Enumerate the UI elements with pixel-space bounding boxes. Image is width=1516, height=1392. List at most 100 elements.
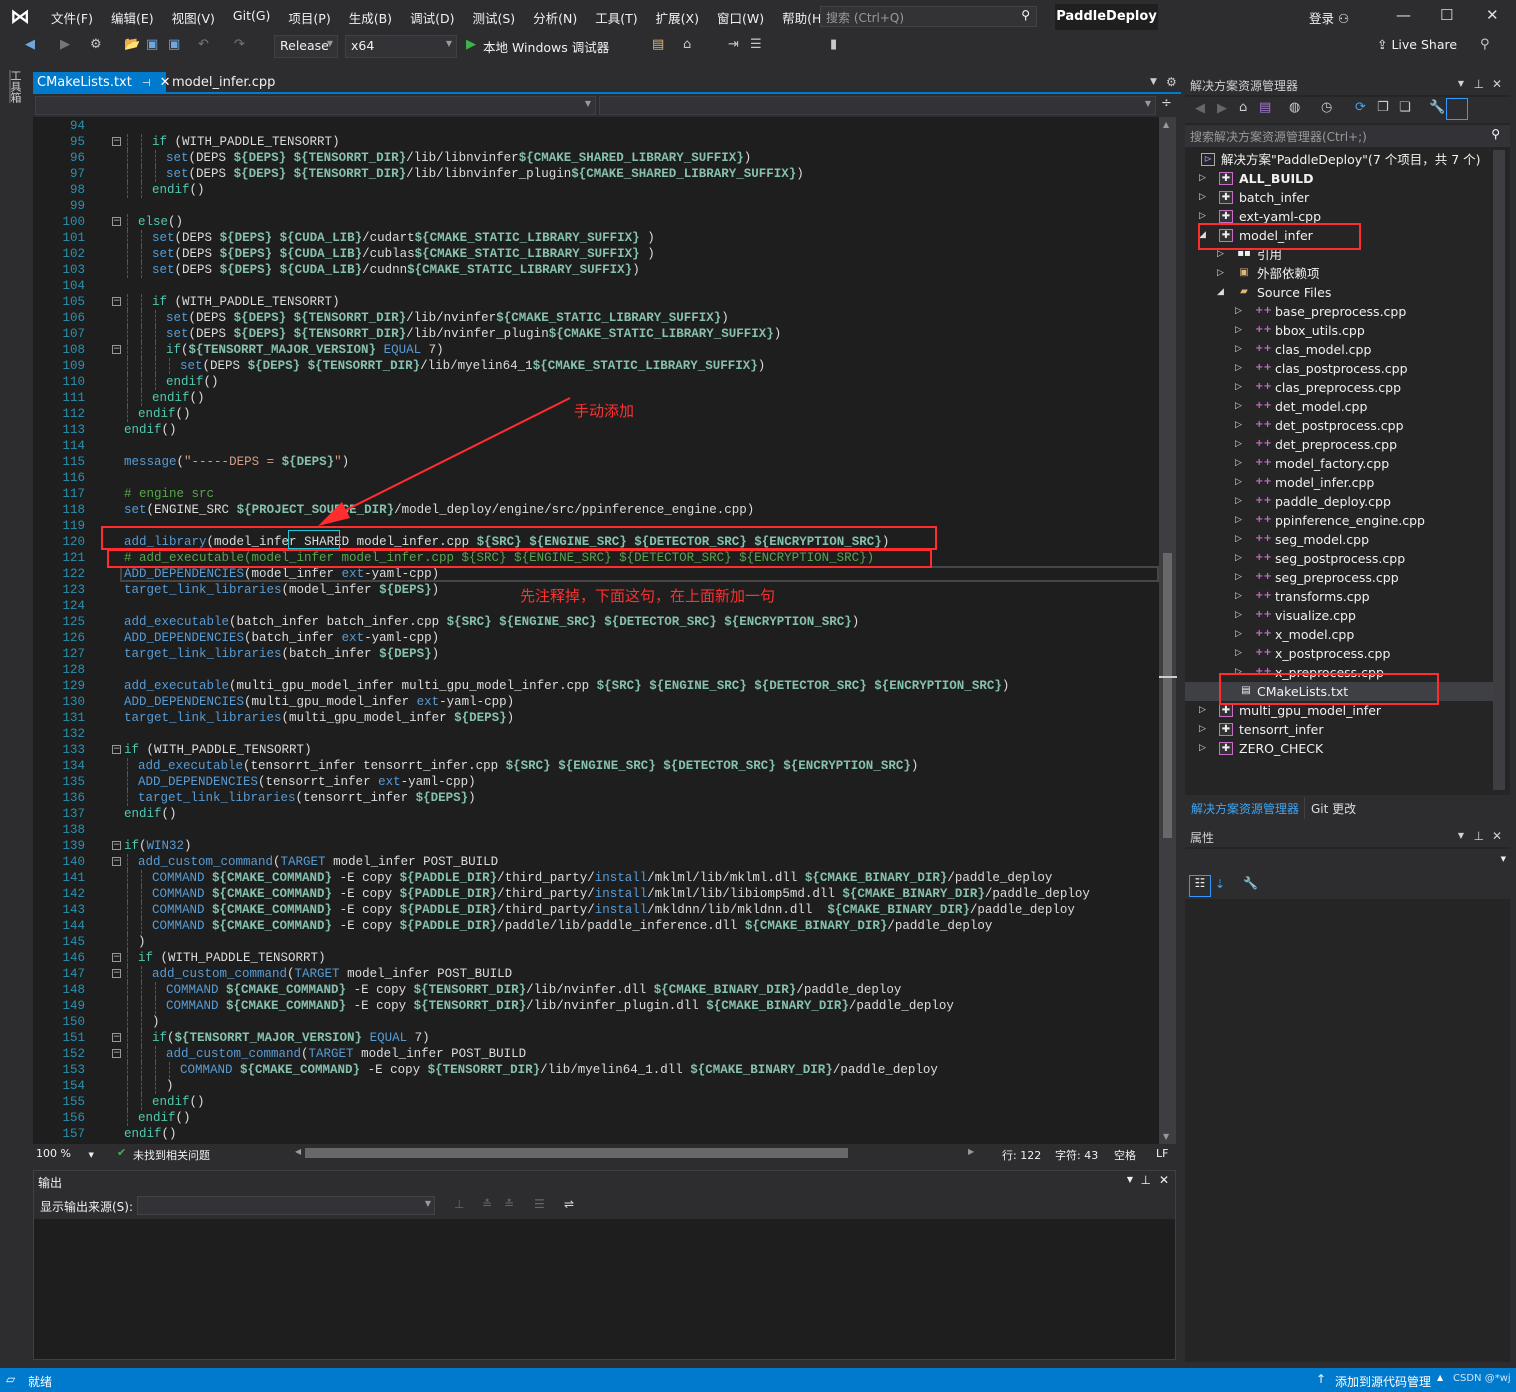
copy-icon[interactable]: ❏ xyxy=(1399,100,1411,115)
tree-item-project[interactable]: ▷ ✚ ALL_BUILD xyxy=(1185,169,1495,188)
collapsed-arrow-icon[interactable]: ▷ xyxy=(1235,530,1242,549)
char-position-status[interactable]: 字符: 43 xyxy=(1055,1147,1098,1163)
bookmark-icon[interactable]: ▮ xyxy=(830,37,837,52)
property-pages-icon[interactable]: 🔧 xyxy=(1243,876,1258,890)
preview-selected-icon[interactable] xyxy=(1446,98,1468,120)
collapsed-arrow-icon[interactable]: ▷ xyxy=(1235,473,1242,492)
home-icon[interactable]: ⌂ xyxy=(683,37,691,52)
redo-icon[interactable]: ↷ xyxy=(234,37,245,52)
switch-views-icon[interactable]: ▤ xyxy=(1259,100,1271,115)
chevron-down-icon[interactable]: ▼ xyxy=(1458,79,1464,88)
fold-collapse-icon[interactable]: − xyxy=(112,345,121,354)
find-in-files-icon[interactable]: ▤ xyxy=(652,37,664,52)
minimize-button[interactable]: — xyxy=(1396,6,1411,24)
tree-item-project[interactable]: ▷ ✚ ZERO_CHECK xyxy=(1185,739,1495,758)
menu-item[interactable]: 编辑(E) xyxy=(102,8,163,27)
collapsed-arrow-icon[interactable]: ▷ xyxy=(1235,435,1242,454)
fold-collapse-icon[interactable]: − xyxy=(112,1033,121,1042)
split-editor-icon[interactable]: ÷ xyxy=(1161,96,1172,111)
output-source-select[interactable]: ▼ xyxy=(137,1196,435,1215)
pending-changes-icon[interactable]: ◷ xyxy=(1321,100,1332,115)
tree-item-cpp[interactable]: ▷ ++ clas_postprocess.cpp xyxy=(1185,359,1495,378)
indent-status[interactable]: 空格 xyxy=(1114,1147,1136,1163)
home-icon[interactable]: ⌂ xyxy=(1239,100,1247,115)
back-icon[interactable]: ◀ xyxy=(1195,101,1205,116)
tree-item-cpp[interactable]: ▷ ++ ppinference_engine.cpp xyxy=(1185,511,1495,530)
scroll-down-icon[interactable]: ▼ xyxy=(1163,1132,1169,1141)
menu-item[interactable]: 测试(S) xyxy=(463,8,524,27)
collapsed-arrow-icon[interactable]: ▷ xyxy=(1235,359,1242,378)
collapsed-arrow-icon[interactable]: ▷ xyxy=(1235,340,1242,359)
collapsed-arrow-icon[interactable]: ▷ xyxy=(1235,302,1242,321)
show-all-icon[interactable]: ◍ xyxy=(1289,100,1300,115)
open-file-icon[interactable]: 📂 xyxy=(124,37,140,52)
collapsed-arrow-icon[interactable]: ▷ xyxy=(1235,397,1242,416)
tree-item-project[interactable]: ▷ ✚ tensorrt_infer xyxy=(1185,720,1495,739)
fold-collapse-icon[interactable]: − xyxy=(112,969,121,978)
collapsed-arrow-icon[interactable]: ▷ xyxy=(1235,454,1242,473)
fold-collapse-icon[interactable]: − xyxy=(112,217,121,226)
collapsed-arrow-icon[interactable]: ▷ xyxy=(1235,511,1242,530)
close-tab-icon[interactable]: ✕ xyxy=(160,75,171,90)
pin-icon[interactable]: ⊥ xyxy=(1474,829,1484,843)
new-project-icon[interactable]: ⚙ xyxy=(90,37,102,52)
collapsed-arrow-icon[interactable]: ▷ xyxy=(1199,739,1206,758)
issues-status[interactable]: 未找到相关问题 xyxy=(133,1147,210,1163)
collapsed-arrow-icon[interactable]: ▷ xyxy=(1235,625,1242,644)
add-to-source-control-button[interactable]: 添加到源代码管理 xyxy=(1335,1373,1431,1390)
tree-item-cpp[interactable]: ▷ ++ x_postprocess.cpp xyxy=(1185,644,1495,663)
member-dropdown[interactable]: ▼ xyxy=(599,96,1156,115)
menu-item[interactable]: 窗口(W) xyxy=(708,8,773,27)
menu-item[interactable]: 工具(T) xyxy=(586,8,646,27)
quick-search-input[interactable]: 搜索 (Ctrl+Q) ⚲ xyxy=(820,6,1037,27)
solution-search-input[interactable]: 搜索解决方案资源管理器(Ctrl+;) ⚲ xyxy=(1185,125,1510,147)
menu-item[interactable]: 视图(V) xyxy=(163,8,224,27)
menu-item[interactable]: 项目(P) xyxy=(279,8,339,27)
tree-item-cpp[interactable]: ▷ ++ model_infer.cpp xyxy=(1185,473,1495,492)
tree-item-cpp[interactable]: ▷ ++ det_model.cpp xyxy=(1185,397,1495,416)
tree-item-cpp[interactable]: ▷ ++ seg_postprocess.cpp xyxy=(1185,549,1495,568)
tree-item-solution[interactable]: ⊳ 解决方案"PaddleDeploy"(7 个项目，共 7 个) xyxy=(1185,150,1495,169)
undo-icon[interactable]: ↶ xyxy=(198,37,209,52)
tree-item-cpp[interactable]: ▷ ++ paddle_deploy.cpp xyxy=(1185,492,1495,511)
collapse-all-icon[interactable]: ❐ xyxy=(1377,100,1389,115)
collapsed-arrow-icon[interactable]: ▷ xyxy=(1217,264,1224,283)
clear-all-icon[interactable]: ☰ xyxy=(534,1197,545,1211)
fold-collapse-icon[interactable]: − xyxy=(112,297,121,306)
collapsed-arrow-icon[interactable]: ▷ xyxy=(1235,644,1242,663)
back-icon[interactable]: ◀ xyxy=(25,37,35,52)
collapsed-arrow-icon[interactable]: ▷ xyxy=(1199,188,1206,207)
collapsed-arrow-icon[interactable]: ▷ xyxy=(1235,321,1242,340)
tree-item-cpp[interactable]: ▷ ++ bbox_utils.cpp xyxy=(1185,321,1495,340)
tab-cmakelists[interactable]: CMakeLists.txt ⊣ ✕ xyxy=(33,72,170,94)
tree-item-cpp[interactable]: ▷ ++ seg_model.cpp xyxy=(1185,530,1495,549)
tree-item-cpp[interactable]: ▷ ++ det_postprocess.cpp xyxy=(1185,416,1495,435)
chevron-down-icon[interactable]: ▼ xyxy=(1458,831,1464,840)
pin-icon[interactable]: ⊣ xyxy=(142,78,151,89)
tree-item-cpp[interactable]: ▷ ++ det_preprocess.cpp xyxy=(1185,435,1495,454)
menu-item[interactable]: 文件(F) xyxy=(42,8,102,27)
properties-wrench-icon[interactable]: 🔧 xyxy=(1429,100,1445,115)
fold-collapse-icon[interactable]: − xyxy=(112,745,121,754)
menu-item[interactable]: 扩展(X) xyxy=(647,8,708,27)
scope-dropdown[interactable]: ▼ xyxy=(35,96,596,115)
collapsed-arrow-icon[interactable]: ▷ xyxy=(1235,606,1242,625)
chevron-down-icon[interactable]: ▼ xyxy=(1127,1175,1133,1184)
tree-item-cpp[interactable]: ▷ ++ visualize.cpp xyxy=(1185,606,1495,625)
menu-item[interactable]: 调试(D) xyxy=(401,8,463,27)
step-icon[interactable]: ⇥ xyxy=(728,37,739,52)
horizontal-scroll-thumb[interactable] xyxy=(305,1148,848,1158)
format-icon[interactable]: ☰ xyxy=(750,37,762,52)
categorized-icon[interactable]: ☷ xyxy=(1189,875,1211,897)
find-message-icon[interactable]: ⊥ xyxy=(454,1197,464,1211)
vertical-scroll-thumb[interactable] xyxy=(1163,553,1172,838)
start-debug-button[interactable]: 本地 Windows 调试器 xyxy=(483,37,609,56)
tab-solution-explorer[interactable]: 解决方案资源管理器 xyxy=(1191,800,1299,817)
maximize-button[interactable]: ☐ xyxy=(1440,6,1453,24)
collapsed-arrow-icon[interactable]: ▷ xyxy=(1199,720,1206,739)
tree-scrollbar[interactable] xyxy=(1493,150,1505,790)
pin-icon[interactable]: ⊥ xyxy=(1474,77,1484,91)
line-ending-status[interactable]: LF xyxy=(1156,1147,1168,1160)
pin-icon[interactable]: ⊥ xyxy=(1141,1173,1151,1187)
login-button[interactable]: 登录 ⚇ xyxy=(1309,8,1349,27)
